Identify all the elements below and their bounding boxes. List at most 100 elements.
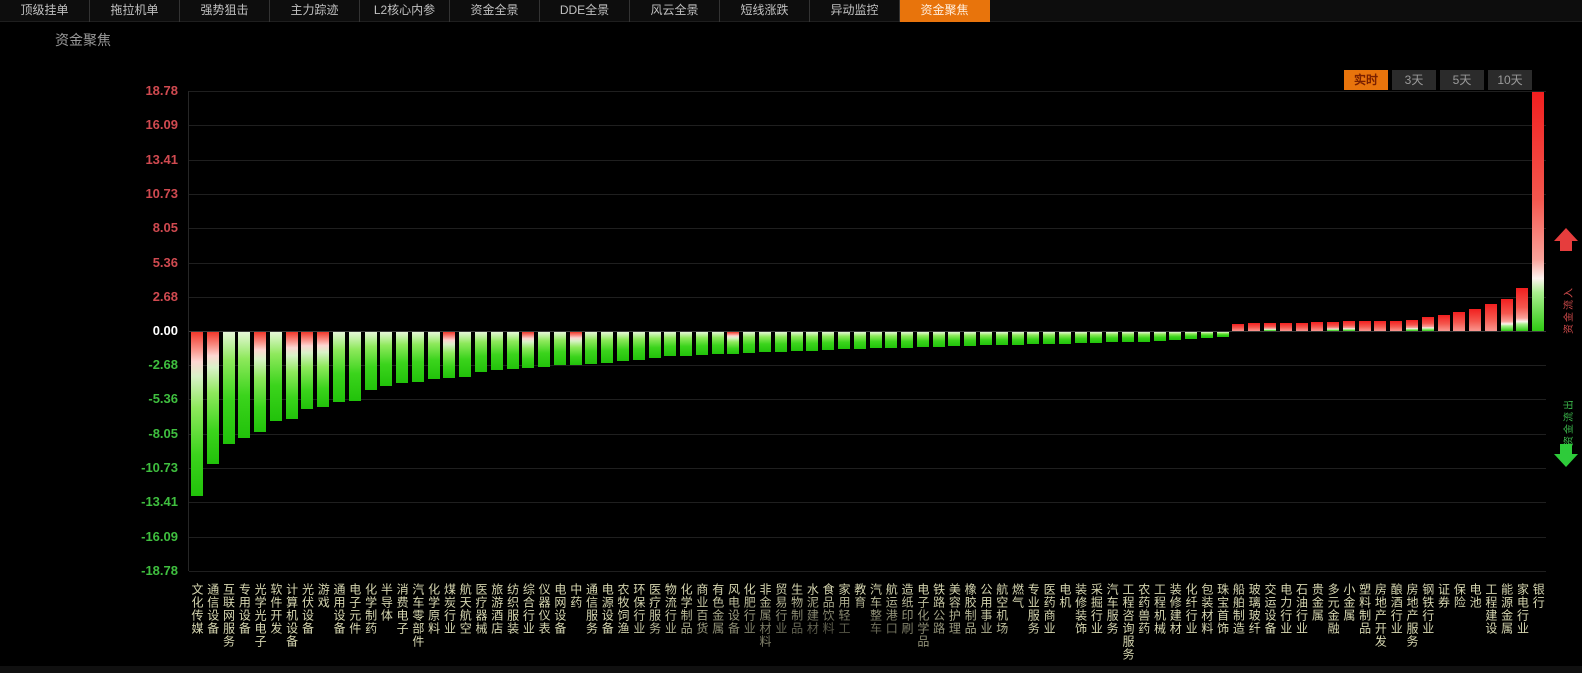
chart-bar[interactable] (916, 332, 929, 348)
chart-bar[interactable] (1374, 320, 1387, 331)
period-realtime-button[interactable]: 实时 (1344, 70, 1388, 90)
chart-bar[interactable] (901, 332, 914, 348)
chart-bar[interactable] (979, 332, 992, 346)
chart-bar[interactable] (1185, 332, 1198, 340)
chart-bar[interactable] (1405, 320, 1418, 331)
chart-bar[interactable] (459, 332, 472, 377)
chart-bar[interactable] (1248, 323, 1261, 331)
chart-bar[interactable] (569, 332, 582, 365)
chart-bar[interactable] (948, 332, 961, 347)
period-3d-button[interactable]: 3天 (1392, 70, 1436, 90)
chart-bar[interactable] (475, 332, 488, 372)
chart-bar[interactable] (1090, 332, 1103, 343)
chart-bar[interactable] (1295, 322, 1308, 331)
chart-bar[interactable] (1058, 332, 1071, 344)
chart-bar[interactable] (1532, 92, 1545, 331)
chart-bar[interactable] (743, 332, 756, 354)
tab-7[interactable]: 风云全景 (630, 0, 720, 22)
chart-bar[interactable] (1153, 332, 1166, 341)
chart-bar[interactable] (632, 332, 645, 361)
tab-10[interactable]: 资金聚焦 (900, 0, 990, 22)
chart-bar[interactable] (601, 332, 614, 363)
chart-bar[interactable] (411, 332, 424, 382)
chart-bar[interactable] (380, 332, 393, 386)
period-10d-button[interactable]: 10天 (1488, 70, 1532, 90)
chart-bar[interactable] (995, 332, 1008, 345)
tab-4[interactable]: L2核心内参 (360, 0, 450, 22)
chart-bar[interactable] (1043, 332, 1056, 344)
chart-bar[interactable] (822, 332, 835, 350)
period-5d-button[interactable]: 5天 (1440, 70, 1484, 90)
chart-bar[interactable] (191, 332, 203, 496)
chart-bar[interactable] (790, 332, 803, 352)
chart-bar[interactable] (585, 332, 598, 364)
chart-bar[interactable] (711, 332, 724, 355)
tab-2[interactable]: 强势狙击 (180, 0, 270, 22)
chart-bar[interactable] (443, 332, 456, 378)
chart-bar[interactable] (1200, 332, 1213, 338)
tab-0[interactable]: 顶级挂单 (0, 0, 90, 22)
chart-bar[interactable] (664, 332, 677, 357)
chart-bar[interactable] (837, 332, 850, 350)
chart-bar[interactable] (427, 332, 440, 380)
chart-bar[interactable] (1327, 322, 1340, 331)
chart-bar[interactable] (885, 332, 898, 348)
chart-bar[interactable] (1263, 323, 1276, 331)
chart-bar[interactable] (522, 332, 535, 368)
chart-bar[interactable] (1453, 311, 1466, 331)
chart-bar[interactable] (727, 332, 740, 354)
chart-bar[interactable] (853, 332, 866, 349)
chart-bar[interactable] (1169, 332, 1182, 341)
chart-bar[interactable] (1437, 315, 1450, 331)
chart-bar[interactable] (301, 332, 314, 409)
chart-bar[interactable] (269, 332, 282, 422)
chart-bar[interactable] (490, 332, 503, 371)
chart-bar[interactable] (1500, 299, 1513, 331)
chart-bar[interactable] (1311, 322, 1324, 331)
chart-bar[interactable] (348, 332, 361, 401)
chart-bar[interactable] (285, 332, 298, 419)
chart-bar[interactable] (506, 332, 519, 370)
chart-bar[interactable] (333, 332, 345, 403)
chart-bar[interactable] (806, 332, 819, 351)
chart-bar[interactable] (1011, 332, 1024, 345)
chart-bar[interactable] (680, 332, 693, 356)
chart-bar[interactable] (538, 332, 551, 367)
tab-8[interactable]: 短线涨跌 (720, 0, 810, 22)
tab-6[interactable]: DDE全景 (540, 0, 630, 22)
chart-bar[interactable] (1358, 321, 1371, 331)
chart-bar[interactable] (1421, 316, 1434, 331)
chart-bar[interactable] (869, 332, 882, 349)
chart-bar[interactable] (648, 332, 661, 358)
chart-bar[interactable] (1027, 332, 1040, 345)
chart-bar[interactable] (1516, 287, 1529, 331)
chart-bar[interactable] (254, 332, 267, 432)
chart-bar[interactable] (1106, 332, 1119, 343)
chart-bar[interactable] (1469, 309, 1482, 331)
chart-bar[interactable] (1342, 321, 1355, 331)
chart-bar[interactable] (617, 332, 630, 362)
chart-bar[interactable] (1137, 332, 1150, 342)
chart-bar[interactable] (1484, 304, 1497, 331)
tab-9[interactable]: 异动监控 (810, 0, 900, 22)
tab-1[interactable]: 拖拉机单 (90, 0, 180, 22)
chart-bar[interactable] (206, 332, 219, 464)
chart-bar[interactable] (1279, 322, 1292, 331)
chart-bar[interactable] (553, 332, 566, 366)
chart-bar[interactable] (222, 332, 235, 445)
chart-bar[interactable] (1390, 320, 1403, 331)
tab-5[interactable]: 资金全景 (450, 0, 540, 22)
chart-bar[interactable] (695, 332, 708, 355)
chart-bar[interactable] (238, 332, 251, 439)
chart-bar[interactable] (317, 332, 330, 408)
chart-bar[interactable] (1074, 332, 1087, 344)
chart-bar[interactable] (1232, 323, 1245, 331)
chart-bar[interactable] (759, 332, 772, 353)
chart-bar[interactable] (932, 332, 945, 347)
chart-bar[interactable] (1216, 332, 1229, 338)
chart-bar[interactable] (964, 332, 977, 346)
chart-bar[interactable] (364, 332, 377, 390)
tab-3[interactable]: 主力踪迹 (270, 0, 360, 22)
chart-bar[interactable] (774, 332, 787, 352)
chart-bar[interactable] (396, 332, 409, 384)
